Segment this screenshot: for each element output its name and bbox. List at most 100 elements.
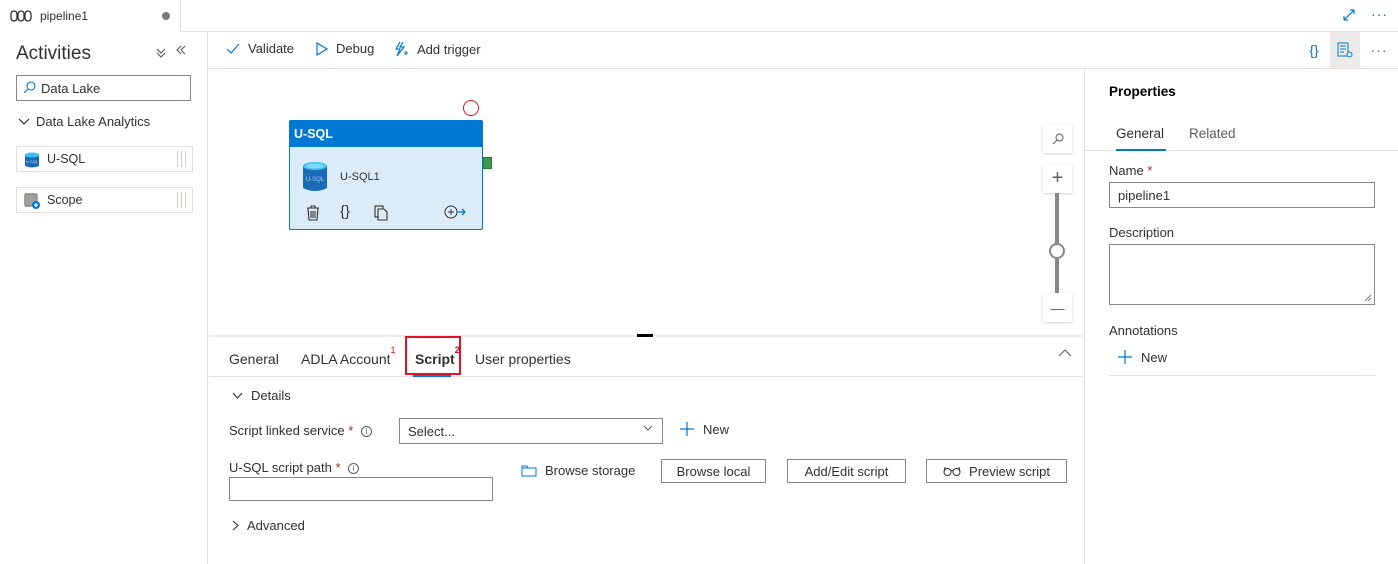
validate-label: Validate bbox=[248, 41, 295, 56]
success-output-port[interactable] bbox=[483, 157, 492, 169]
chevron-right-icon bbox=[232, 520, 239, 531]
expand-icon[interactable] bbox=[1342, 8, 1356, 22]
unsaved-dot-icon bbox=[162, 12, 170, 20]
activity-item-usql[interactable]: U-SQL U-SQL bbox=[16, 146, 193, 172]
script-path-input[interactable] bbox=[229, 477, 493, 501]
more-icon: ··· bbox=[1370, 42, 1388, 58]
plus-icon bbox=[1117, 349, 1133, 365]
resize-grip-icon[interactable] bbox=[1364, 294, 1372, 302]
properties-button[interactable] bbox=[1330, 32, 1360, 68]
script-linked-service-label: Script linked service * i bbox=[229, 423, 372, 438]
collapse-pane-icon[interactable] bbox=[175, 44, 187, 56]
preview-script-button[interactable]: Preview script bbox=[926, 459, 1067, 483]
code-view-button[interactable]: {} bbox=[1299, 32, 1329, 68]
delete-icon[interactable] bbox=[306, 205, 320, 221]
document-tab-title: pipeline1 bbox=[40, 9, 89, 23]
drag-handle-icon[interactable] bbox=[177, 151, 189, 167]
activities-sidebar: Activities Data Lake Analytics U-SQL U-S… bbox=[0, 32, 208, 564]
zoom-in-button[interactable]: + bbox=[1043, 164, 1072, 193]
browse-local-button[interactable]: Browse local bbox=[661, 459, 766, 483]
document-tab-bar bbox=[0, 0, 1398, 32]
add-edit-script-label: Add/Edit script bbox=[804, 463, 889, 479]
debug-label: Debug bbox=[336, 41, 375, 56]
tab-label: ADLA Account bbox=[301, 351, 391, 367]
error-badge: 1 bbox=[390, 345, 396, 355]
required-mark: * bbox=[348, 423, 354, 438]
add-output-icon[interactable] bbox=[444, 205, 466, 219]
copy-icon[interactable] bbox=[374, 205, 388, 221]
name-label: Name * bbox=[1109, 163, 1152, 178]
zoom-slider-thumb[interactable] bbox=[1049, 243, 1065, 259]
script-tab-highlight bbox=[405, 336, 461, 375]
drag-handle-icon[interactable] bbox=[177, 192, 189, 208]
activities-search-box[interactable] bbox=[16, 75, 191, 101]
properties-icon bbox=[1337, 42, 1353, 58]
browse-storage-button[interactable]: Browse storage bbox=[521, 463, 635, 478]
new-label: New bbox=[703, 421, 730, 437]
activities-search-input[interactable] bbox=[41, 79, 186, 97]
annotations-divider bbox=[1109, 375, 1375, 376]
details-section-toggle[interactable]: Details bbox=[232, 388, 291, 403]
add-annotation-button[interactable]: New bbox=[1117, 349, 1167, 365]
trigger-icon bbox=[393, 41, 409, 57]
add-edit-script-button[interactable]: Add/Edit script bbox=[787, 459, 906, 483]
label-text: U-SQL script path bbox=[229, 460, 332, 475]
pipeline-canvas[interactable]: U-SQL U-SQL U-SQL1 {} + — bbox=[209, 69, 1083, 336]
group-data-lake-analytics[interactable]: Data Lake Analytics bbox=[18, 114, 150, 129]
validate-button[interactable]: Validate bbox=[226, 41, 294, 56]
zoom-out-button[interactable]: — bbox=[1043, 293, 1072, 322]
tab-label: User properties bbox=[475, 351, 571, 367]
properties-tab-general[interactable]: General bbox=[1116, 126, 1164, 141]
description-textarea[interactable] bbox=[1109, 244, 1375, 305]
tab-label: General bbox=[229, 351, 279, 367]
new-annotation-label: New bbox=[1141, 349, 1168, 365]
glasses-icon bbox=[943, 466, 961, 476]
chevron-down-icon bbox=[643, 425, 653, 431]
add-trigger-button[interactable]: Add trigger bbox=[393, 41, 481, 57]
annotations-label: Annotations bbox=[1109, 323, 1178, 338]
scope-icon bbox=[23, 192, 41, 210]
advanced-section-toggle[interactable]: Advanced bbox=[232, 518, 305, 533]
activity-node-usql1[interactable]: U-SQL U-SQL U-SQL1 {} bbox=[289, 120, 483, 230]
toolbar-more-button[interactable]: ··· bbox=[1364, 32, 1394, 68]
document-tab-pipeline1[interactable]: pipeline1 bbox=[0, 0, 181, 32]
script-linked-service-select[interactable]: Select... bbox=[399, 418, 663, 444]
active-tab-indicator bbox=[1116, 149, 1166, 151]
required-mark: * bbox=[1147, 163, 1153, 178]
tab-general[interactable]: General bbox=[229, 351, 279, 367]
code-icon[interactable]: {} bbox=[340, 203, 350, 220]
required-mark: * bbox=[335, 460, 341, 475]
preview-script-label: Preview script bbox=[969, 463, 1050, 479]
more-icon[interactable]: ··· bbox=[1371, 6, 1388, 22]
group-label: Data Lake Analytics bbox=[36, 114, 151, 129]
properties-tab-related[interactable]: Related bbox=[1189, 126, 1236, 141]
add-trigger-label: Add trigger bbox=[417, 41, 481, 57]
label-text: Script linked service bbox=[229, 423, 345, 438]
activities-heading: Activities bbox=[16, 43, 91, 64]
node-type-label: U-SQL bbox=[290, 121, 482, 147]
validation-error-circle-icon bbox=[463, 100, 479, 116]
pipeline-name-input[interactable] bbox=[1109, 182, 1375, 208]
browse-storage-label: Browse storage bbox=[545, 463, 636, 478]
zoom-to-fit-button[interactable] bbox=[1043, 124, 1072, 153]
collapse-all-icon[interactable] bbox=[155, 47, 167, 59]
tab-adla-account[interactable]: ADLA Account 1 bbox=[301, 345, 396, 367]
details-label: Details bbox=[251, 388, 291, 403]
info-icon[interactable]: i bbox=[348, 463, 360, 474]
pipeline-icon bbox=[10, 9, 32, 23]
chevron-down-icon bbox=[232, 392, 243, 399]
zoom-search-icon bbox=[1052, 133, 1064, 145]
activity-item-scope[interactable]: Scope bbox=[16, 187, 193, 213]
activity-label: U-SQL bbox=[47, 152, 86, 166]
chevron-up-icon[interactable] bbox=[1058, 348, 1072, 357]
tab-user-properties[interactable]: User properties bbox=[475, 351, 571, 367]
activity-tabs: General ADLA Account 1 Script 2 User prope… bbox=[209, 337, 1083, 377]
play-icon bbox=[316, 41, 328, 56]
pipeline-toolbar: Validate Debug Add trigger {} ··· bbox=[209, 32, 1398, 69]
properties-title: Properties bbox=[1109, 84, 1176, 99]
new-linked-service-button[interactable]: New bbox=[679, 421, 729, 437]
folder-icon bbox=[521, 465, 537, 477]
info-icon[interactable]: i bbox=[360, 426, 372, 437]
debug-button[interactable]: Debug bbox=[316, 41, 374, 56]
checkmark-icon bbox=[226, 43, 240, 55]
